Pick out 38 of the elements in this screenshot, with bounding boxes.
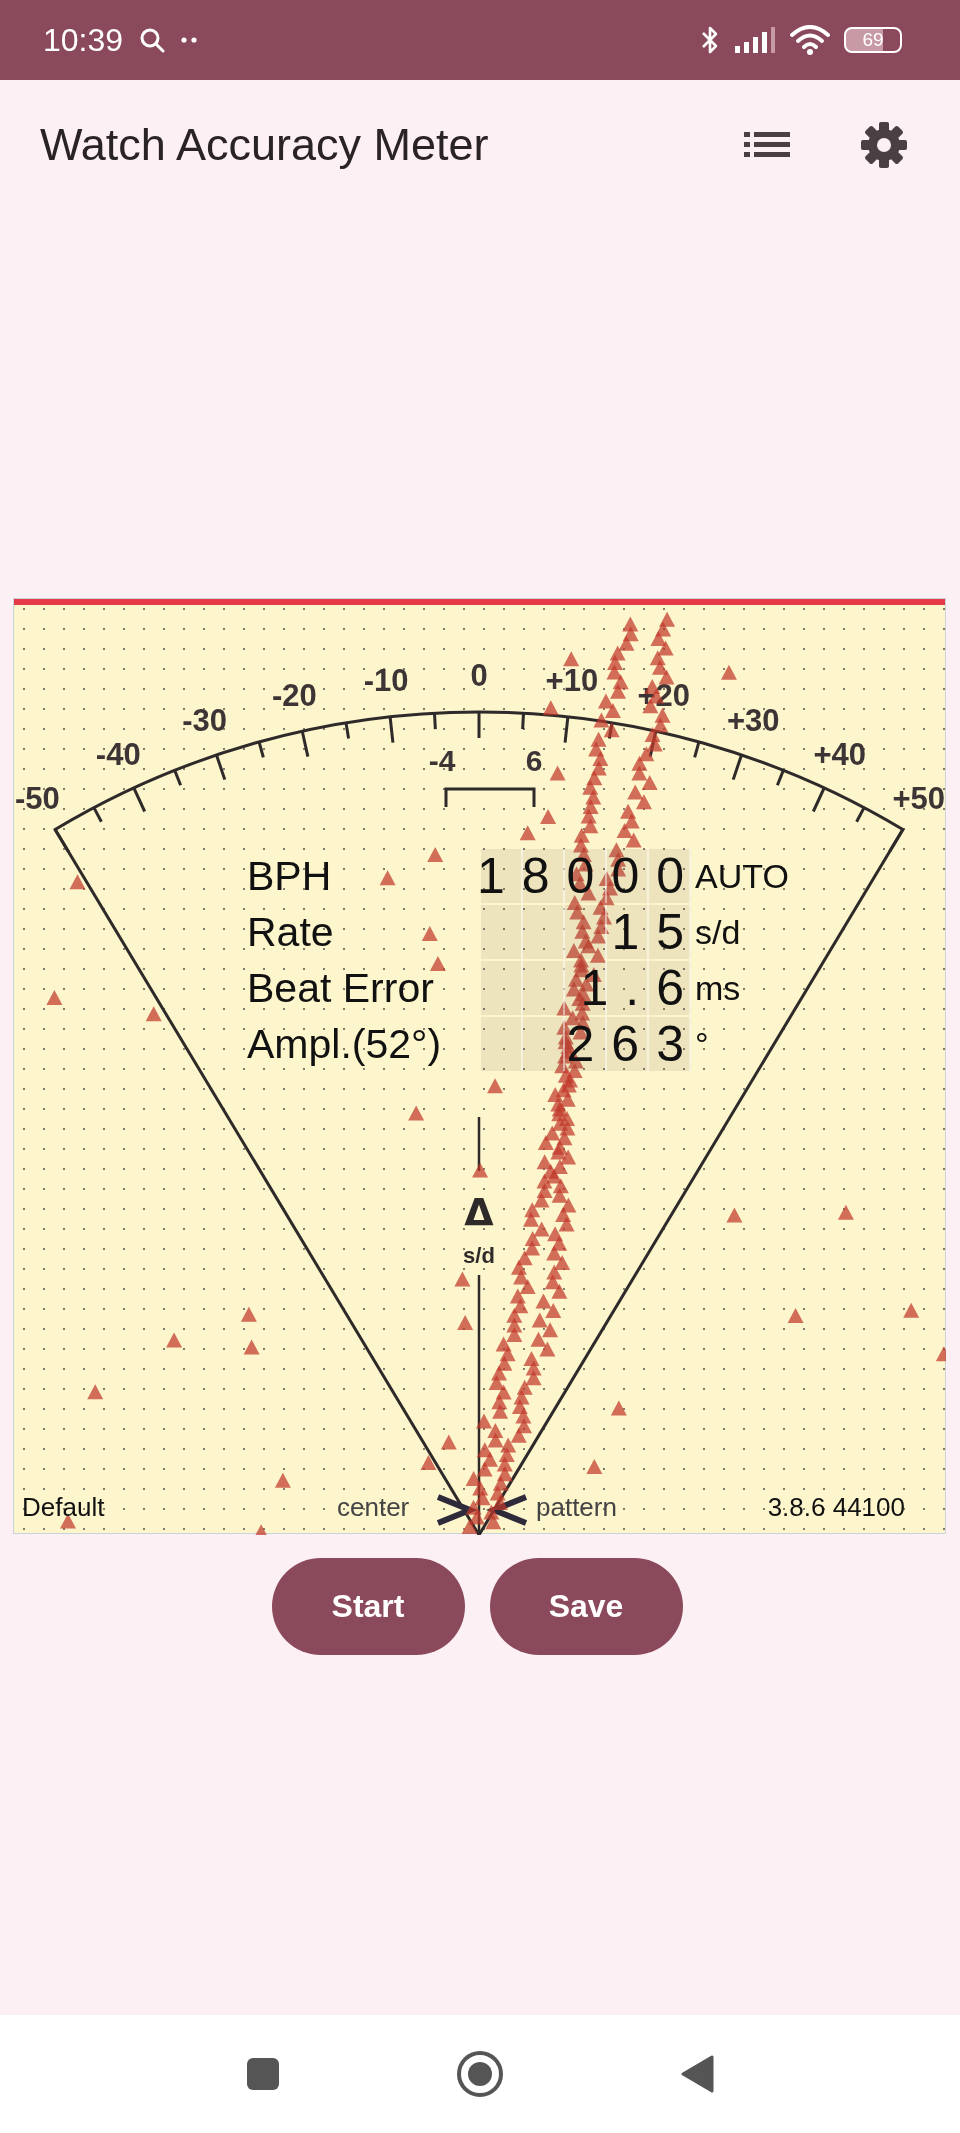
reading-label: Rate	[247, 908, 335, 957]
settings-icon[interactable]	[860, 121, 908, 169]
scale-label: +30	[727, 702, 780, 738]
scale-label: +40	[813, 737, 867, 773]
action-button[interactable]: Start	[271, 1558, 465, 1655]
scale-label: 0	[470, 658, 488, 693]
dots-icon	[181, 37, 198, 43]
battery-indicator: 69	[844, 27, 902, 53]
chevron-icon	[486, 1494, 528, 1526]
scale-label: -50	[15, 780, 60, 816]
bluetooth-icon	[700, 24, 720, 56]
tolerance-label: -4	[428, 744, 456, 777]
scale-label: -30	[182, 702, 228, 738]
scale-label: +10	[545, 663, 599, 699]
scale-label: +50	[892, 780, 945, 816]
hint-label: center	[337, 1492, 410, 1523]
wifi-icon	[790, 25, 830, 55]
signal-icon	[734, 26, 776, 54]
scale-label: -40	[95, 737, 141, 773]
square-icon[interactable]	[246, 2057, 280, 2091]
home-icon[interactable]	[456, 2050, 504, 2098]
reading-label: Beat Error	[247, 964, 435, 1013]
action-button[interactable]: Save	[489, 1558, 683, 1655]
status-time: 10:39	[43, 21, 124, 59]
version-label: 3.8.6 44100	[767, 1492, 905, 1523]
scale-label: -10	[363, 663, 409, 699]
delta-symbol: Δ	[464, 1190, 494, 1234]
scale-label: -20	[271, 678, 317, 714]
search-icon	[139, 27, 166, 53]
reading-label: BPH	[247, 852, 333, 901]
reading-label: Ampl.(52°)	[247, 1020, 443, 1069]
hint-label: pattern	[536, 1492, 617, 1523]
tolerance-label: 6	[525, 744, 543, 777]
list-icon[interactable]	[744, 130, 790, 160]
back-icon[interactable]	[680, 2055, 714, 2093]
delta-unit: s/d	[463, 1243, 495, 1268]
profile-name: Default	[22, 1492, 105, 1523]
app-title: Watch Accuracy Meter	[40, 119, 489, 171]
